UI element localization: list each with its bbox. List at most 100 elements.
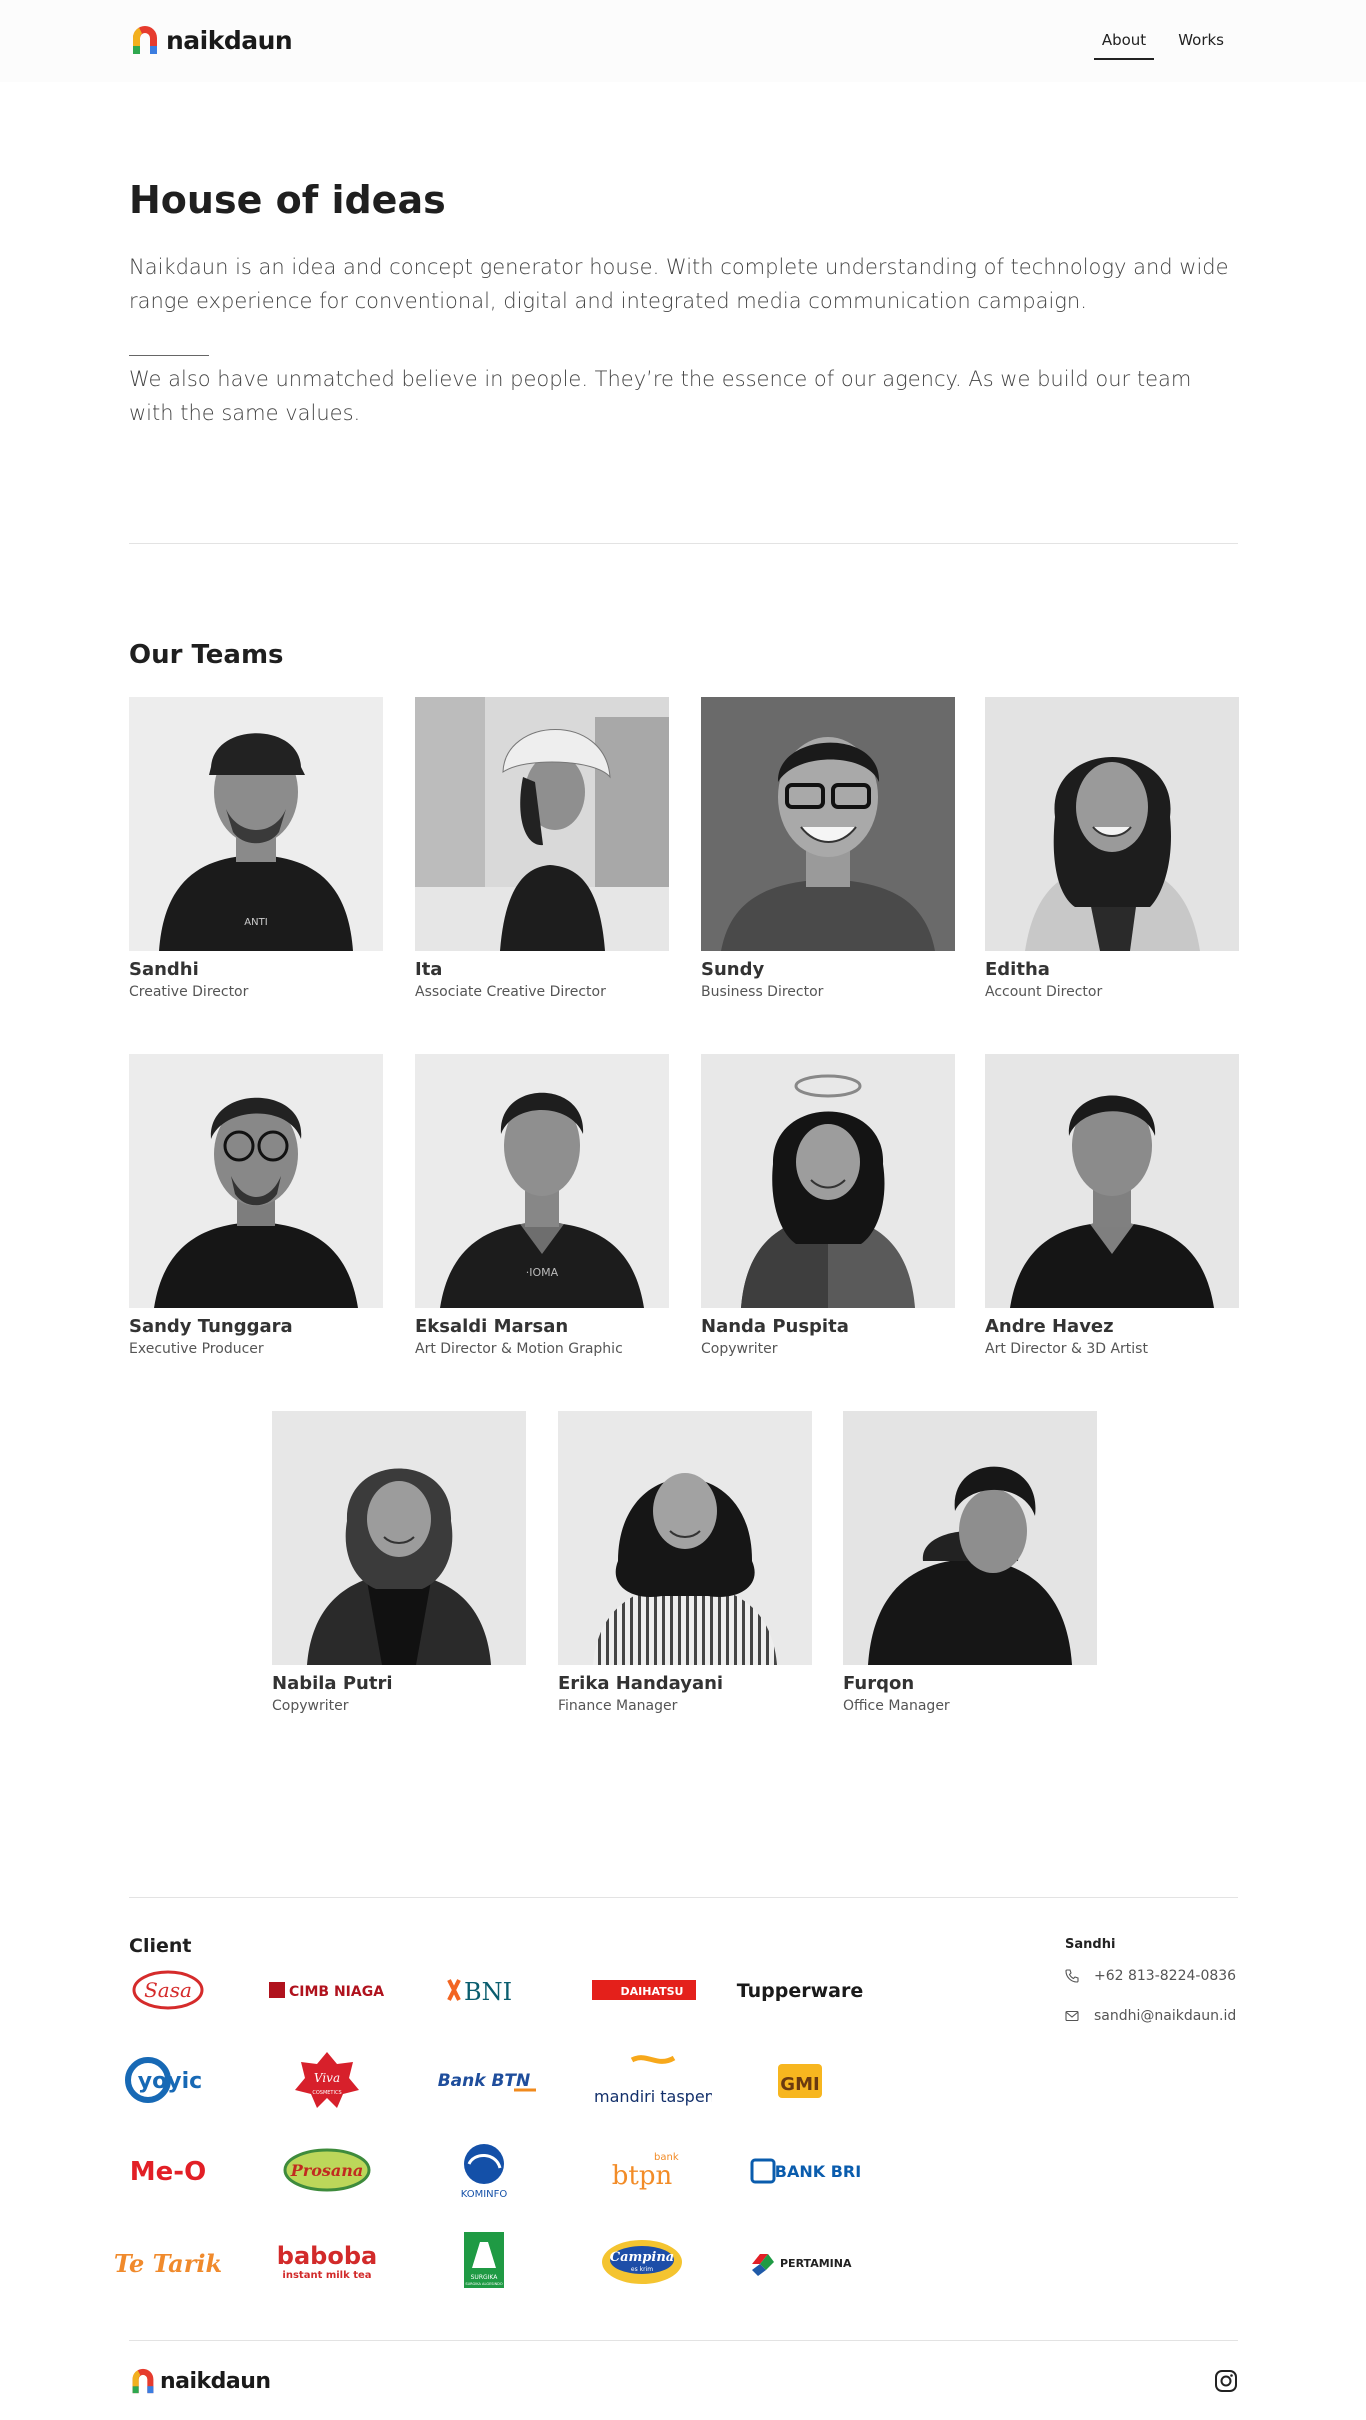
header-logo[interactable]: naikdaun (130, 24, 293, 56)
member-photo (415, 697, 669, 951)
phone-number[interactable]: +62 813-8224-0836 (1094, 1968, 1236, 1984)
team-member-card: Andre Havez Art Director & 3D Artist (985, 1054, 1239, 1357)
member-name: Nanda Puspita (701, 1316, 849, 1337)
svg-text:mandiri taspen: mandiri taspen (594, 2087, 712, 2106)
client-logo-baboba: baboba instant milk tea (257, 2230, 397, 2290)
team-member-card: Nabila Putri Copywriter (272, 1411, 526, 1714)
svg-text:BNI: BNI (464, 1978, 512, 2006)
member-name: Editha (985, 959, 1050, 980)
member-name: Sandy Tunggara (129, 1316, 293, 1337)
member-name: Nabila Putri (272, 1673, 393, 1694)
client-logo-te-tarik: Te Tarik (98, 2230, 238, 2290)
svg-text:es krim: es krim (631, 2266, 653, 2273)
svg-text:BANK BRI: BANK BRI (775, 2162, 861, 2181)
client-logo-kominfo: KOMINFO (414, 2140, 554, 2200)
member-role: Finance Manager (558, 1698, 678, 1714)
teams-heading: Our Teams (129, 640, 284, 670)
svg-text:btpn: btpn (612, 2161, 673, 2191)
svg-text:Tupperware: Tupperware (737, 1980, 864, 2002)
member-name: Sundy (701, 959, 765, 980)
svg-text:SURGIKA: SURGIKA (471, 2274, 499, 2281)
page-title: House of ideas (129, 178, 446, 222)
svg-text:Campina: Campina (610, 2250, 674, 2265)
svg-text:·IOMA: ·IOMA (526, 1266, 559, 1279)
footer-brand-name: naikdaun (160, 2368, 271, 2394)
phone-icon (1065, 1969, 1079, 1983)
member-photo (701, 697, 955, 951)
naikdaun-logo-icon (132, 2368, 154, 2394)
svg-text:Prosana: Prosana (290, 2161, 364, 2180)
client-logo-bri: BANK BRI (730, 2140, 870, 2200)
client-logo-gmi: GMI (730, 2050, 870, 2110)
svg-text:PERTAMINA: PERTAMINA (780, 2257, 852, 2270)
member-role: Office Manager (843, 1698, 950, 1714)
client-logo-surgika: SURGIKA SURGIKA ALGESINDO (414, 2230, 554, 2290)
member-photo (129, 1054, 383, 1308)
member-role: Art Director & 3D Artist (985, 1341, 1148, 1357)
member-name: Ita (415, 959, 443, 980)
team-member-card: Nanda Puspita Copywriter (701, 1054, 955, 1357)
section-divider (129, 1897, 1238, 1898)
nav-works[interactable]: Works (1178, 31, 1224, 60)
intro-paragraph: Naikdaun is an idea and concept generato… (129, 255, 1229, 313)
member-photo: ANTI (129, 697, 383, 951)
client-logo-yoyic: yoyic (98, 2050, 238, 2110)
member-photo (701, 1054, 955, 1308)
contact-email[interactable]: sandhi@naikdaun.id (1064, 2008, 1236, 2024)
svg-text:SURGIKA ALGESINDO: SURGIKA ALGESINDO (465, 2282, 503, 2286)
client-logo-bni: BNI (414, 1960, 554, 2020)
member-role: Executive Producer (129, 1341, 264, 1357)
svg-text:baboba: baboba (277, 2242, 377, 2270)
team-member-card: Furqon Office Manager (843, 1411, 1097, 1714)
client-heading: Client (129, 1935, 192, 1957)
contact-phone[interactable]: +62 813-8224-0836 (1064, 1968, 1236, 1984)
team-member-card: Editha Account Director (985, 697, 1239, 1000)
client-logo-tupperware: Tupperware (730, 1960, 870, 2020)
site-header: naikdaun About Works (0, 0, 1366, 82)
member-name: Erika Handayani (558, 1673, 724, 1694)
svg-text:ANTI: ANTI (244, 917, 267, 928)
member-photo (985, 697, 1239, 951)
svg-text:DAIHATSU: DAIHATSU (621, 1985, 684, 1998)
footer-logo[interactable]: naikdaun (130, 2367, 271, 2395)
instagram-icon[interactable] (1214, 2369, 1238, 2393)
client-logo-cimb-niaga: CIMB NIAGA (257, 1960, 397, 2020)
client-logo-daihatsu: DAIHATSU (572, 1960, 712, 2020)
svg-text:Te Tarik: Te Tarik (114, 2249, 222, 2278)
naikdaun-logo-icon (133, 26, 157, 54)
client-logo-prosana: Prosana (257, 2140, 397, 2200)
client-logo-btpn: bank btpn (572, 2140, 712, 2200)
member-photo (272, 1411, 526, 1665)
svg-text:CIMB NIAGA: CIMB NIAGA (289, 1984, 384, 2000)
short-rule (129, 355, 209, 356)
svg-text:yoyic: yoyic (138, 2069, 202, 2094)
main-nav: About Works (1093, 31, 1224, 60)
member-role: Art Director & Motion Graphic (415, 1341, 623, 1357)
svg-text:Bank BTN: Bank BTN (438, 2071, 531, 2091)
values-paragraph: We also have unmatched believe in people… (129, 367, 1192, 425)
member-photo (985, 1054, 1239, 1308)
member-photo (558, 1411, 812, 1665)
footer-divider (129, 2340, 1238, 2341)
member-photo (843, 1411, 1097, 1665)
contact-name: Sandhi (1065, 1937, 1116, 1952)
member-role: Account Director (985, 984, 1103, 1000)
member-role: Copywriter (272, 1698, 349, 1714)
member-name: Eksaldi Marsan (415, 1316, 569, 1337)
svg-text:instant milk tea: instant milk tea (282, 2270, 371, 2281)
brand-name: naikdaun (166, 25, 293, 55)
team-member-card: Sandy Tunggara Executive Producer (129, 1054, 383, 1357)
section-divider (129, 543, 1238, 544)
client-logo-mandiri-taspen: mandiri taspen (572, 2050, 712, 2110)
client-logo-me-o: Me-O (98, 2140, 238, 2200)
nav-about[interactable]: About (1093, 31, 1155, 60)
member-role: Copywriter (701, 1341, 778, 1357)
svg-text:Sasa: Sasa (144, 1978, 192, 2002)
team-member-card: Erika Handayani Finance Manager (558, 1411, 812, 1714)
email-address[interactable]: sandhi@naikdaun.id (1094, 2008, 1236, 2024)
member-name: Furqon (843, 1673, 915, 1694)
member-role: Creative Director (129, 984, 249, 1000)
member-name: Andre Havez (985, 1316, 1114, 1337)
client-logo-sasa: Sasa (98, 1960, 238, 2020)
client-logo-btn: Bank BTN (414, 2050, 554, 2110)
